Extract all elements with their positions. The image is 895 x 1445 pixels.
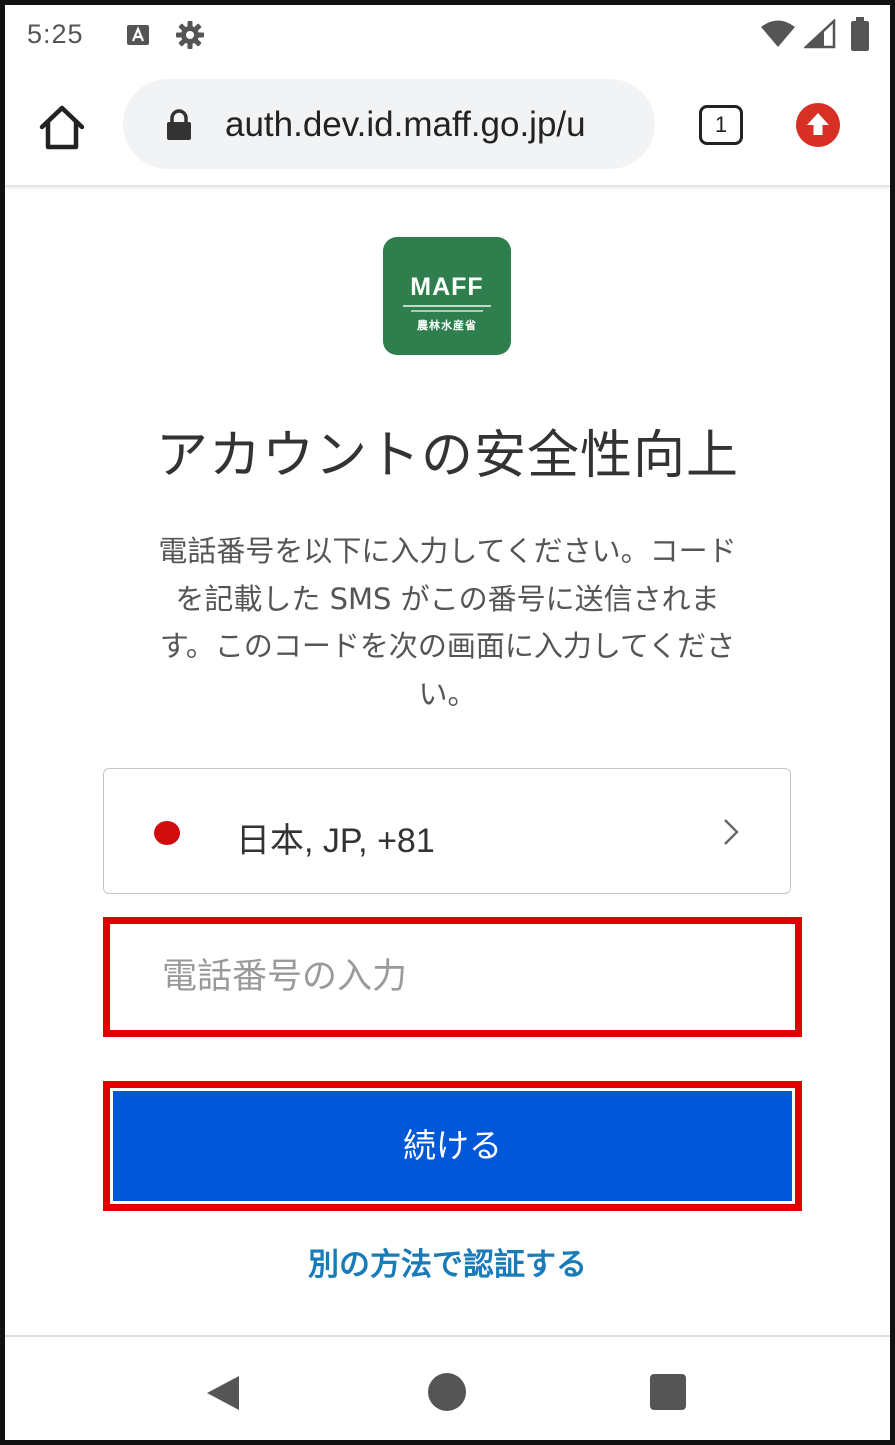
page-title: アカウントの安全性向上 bbox=[155, 426, 739, 486]
maff-logo: MAFF 農林水産省 bbox=[383, 237, 511, 355]
phone-number-input[interactable] bbox=[110, 924, 795, 1030]
alternate-method-link[interactable]: 別の方法で認証する bbox=[5, 1239, 890, 1284]
home-circle-icon[interactable] bbox=[428, 1373, 466, 1411]
description: 電話番号を以下に入力してください。コード を記載した SMS がこの番号に送信さ… bbox=[100, 528, 795, 718]
wifi-icon bbox=[761, 20, 795, 47]
system-nav-bar bbox=[5, 1335, 890, 1440]
continue-button-highlight: 続ける bbox=[103, 1081, 802, 1211]
logo-text: MAFF bbox=[410, 273, 484, 301]
home-icon[interactable] bbox=[37, 103, 87, 151]
logo-divider bbox=[411, 310, 483, 312]
back-icon[interactable] bbox=[203, 1373, 243, 1413]
phone-screen: 5:25 auth.dev.id.maff.go.jp/u 1 MAFF 農林水… bbox=[0, 0, 895, 1445]
lock-icon bbox=[167, 109, 191, 140]
description-line: い。 bbox=[418, 676, 477, 711]
description-line: 電話番号を以下に入力してください。コード bbox=[158, 534, 737, 568]
status-bar: 5:25 bbox=[5, 5, 890, 67]
battery-icon bbox=[851, 17, 869, 51]
japan-flag-icon bbox=[154, 821, 180, 845]
signal-icon bbox=[804, 19, 836, 49]
url-text: auth.dev.id.maff.go.jp/u bbox=[225, 105, 586, 144]
country-selector[interactable]: 日本, JP, +81 bbox=[103, 768, 791, 894]
update-icon[interactable] bbox=[795, 102, 841, 148]
browser-toolbar: auth.dev.id.maff.go.jp/u 1 bbox=[5, 67, 890, 187]
logo-divider bbox=[403, 305, 491, 307]
recents-icon[interactable] bbox=[650, 1374, 686, 1410]
tabs-icon[interactable]: 1 bbox=[699, 105, 743, 145]
country-value: 日本, JP, +81 bbox=[236, 822, 435, 860]
status-time: 5:25 bbox=[27, 19, 84, 49]
notification-a-icon bbox=[127, 25, 149, 45]
phone-input-highlight bbox=[103, 917, 802, 1037]
chevron-right-icon bbox=[724, 819, 739, 845]
continue-button[interactable]: 続ける bbox=[113, 1091, 792, 1201]
description-line: す。このコードを次の画面に入力してくださ bbox=[159, 629, 736, 663]
logo-japanese-text: 農林水産省 bbox=[417, 319, 477, 332]
address-bar[interactable]: auth.dev.id.maff.go.jp/u bbox=[123, 79, 655, 169]
description-line: を記載した SMS がこの番号に送信されま bbox=[175, 581, 720, 616]
gear-icon bbox=[176, 21, 204, 49]
